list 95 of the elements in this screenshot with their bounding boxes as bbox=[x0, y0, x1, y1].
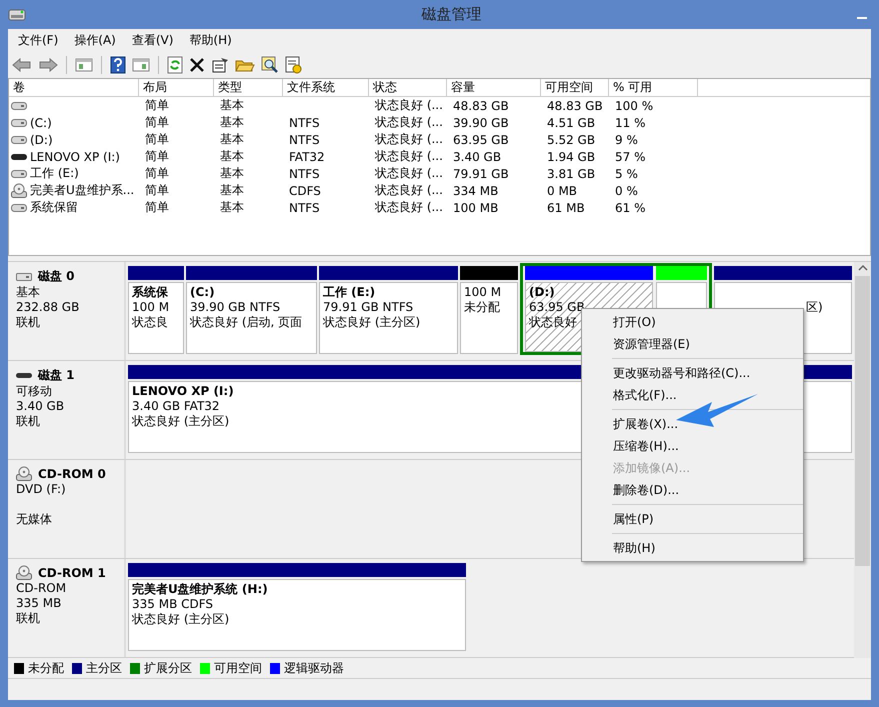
table-cell: NTFS bbox=[289, 132, 320, 146]
legend-label: 可用空间 bbox=[214, 660, 262, 676]
table-cell: 61 MB bbox=[547, 200, 585, 214]
table-cell: (C:) bbox=[30, 116, 52, 130]
partition-size: 100 M bbox=[132, 300, 170, 315]
table-cell: 9 % bbox=[615, 132, 638, 146]
table-cell: 61 % bbox=[615, 200, 646, 214]
partition-size: 335 MB CDFS bbox=[132, 597, 214, 612]
table-cell: 基本 bbox=[220, 131, 244, 148]
table-cell: 4.51 GB bbox=[547, 116, 596, 130]
table-cell: 3.40 GB bbox=[453, 150, 502, 164]
table-cell: 100 % bbox=[615, 98, 654, 112]
table-cell: 基本 bbox=[220, 97, 244, 114]
table-cell: 状态良好 (... bbox=[375, 182, 443, 199]
table-cell: 0 % bbox=[615, 184, 638, 198]
table-cell: 5.52 GB bbox=[547, 132, 596, 146]
table-cell: 工作 (E:) bbox=[30, 165, 79, 182]
table-cell: 39.90 GB bbox=[453, 116, 509, 130]
partition-size: 100 M bbox=[464, 285, 502, 300]
table-cell: 状态良好 (... bbox=[375, 114, 443, 131]
table-cell: 1.94 GB bbox=[547, 150, 596, 164]
disk-status: 无媒体 bbox=[16, 512, 53, 527]
disk-status: 联机 bbox=[16, 414, 41, 429]
disk-name: 磁盘 0 bbox=[38, 268, 75, 285]
table-cell: 简单 bbox=[145, 114, 169, 131]
partition-size: 39.90 GB NTFS bbox=[190, 300, 280, 315]
legend-label: 未分配 bbox=[28, 660, 64, 676]
table-cell: 基本 bbox=[220, 182, 244, 199]
table-cell: 79.91 GB bbox=[453, 166, 509, 180]
disk-type: 可移动 bbox=[16, 384, 53, 399]
partition-size: 3.40 GB FAT32 bbox=[132, 399, 220, 414]
table-cell: 334 MB bbox=[453, 184, 498, 198]
partition-status: 区) bbox=[805, 300, 823, 315]
table-cell: 简单 bbox=[145, 165, 169, 182]
partition-name: (C:) bbox=[190, 285, 215, 300]
table-cell: 基本 bbox=[220, 165, 244, 182]
table-cell: 基本 bbox=[220, 199, 244, 216]
table-cell: 状态良好 (... bbox=[375, 165, 443, 182]
table-cell: 状态良好 (... bbox=[375, 148, 443, 165]
table-cell: 系统保留 bbox=[30, 199, 78, 216]
partition-status: 状态良好 (主分区) bbox=[323, 315, 420, 330]
table-cell: 63.95 GB bbox=[453, 132, 509, 146]
table-cell: 基本 bbox=[220, 114, 244, 131]
table-cell: 完美者U盘维护系... bbox=[30, 182, 134, 199]
disk-size: 3.40 GB bbox=[16, 399, 66, 414]
table-cell: 简单 bbox=[145, 148, 169, 165]
partition-status: 状态良好 (主分区) bbox=[132, 612, 230, 627]
table-cell: NTFS bbox=[289, 166, 320, 180]
table-cell: (D:) bbox=[30, 132, 53, 146]
disk-size: 335 MB bbox=[16, 596, 62, 611]
table-cell: 简单 bbox=[145, 131, 169, 148]
partition-status: 状态良好 (启动, 页面 bbox=[190, 315, 302, 330]
legend-label: 扩展分区 bbox=[144, 660, 192, 676]
disk-status: 联机 bbox=[16, 611, 41, 626]
disk-name: CD-ROM 0 bbox=[38, 467, 106, 481]
table-cell: 11 % bbox=[615, 116, 646, 130]
table-cell: 0 MB bbox=[547, 184, 578, 198]
table-cell: 100 MB bbox=[453, 200, 498, 214]
table-cell: 48.83 GB bbox=[453, 98, 509, 112]
table-cell: 48.83 GB bbox=[547, 98, 603, 112]
table-cell: 57 % bbox=[615, 150, 646, 164]
window-title: 磁盘管理 bbox=[422, 5, 482, 24]
disk-name: CD-ROM 1 bbox=[38, 566, 106, 580]
table-cell: 简单 bbox=[145, 182, 169, 199]
partition-status: 未分配 bbox=[464, 300, 500, 315]
disk-type: 基本 bbox=[16, 285, 41, 300]
table-cell: NTFS bbox=[289, 200, 320, 214]
table-cell: 状态良好 (... bbox=[375, 199, 443, 216]
legend-label: 主分区 bbox=[86, 660, 122, 676]
partition-name: LENOVO XP (I:) bbox=[132, 384, 234, 399]
table-cell: CDFS bbox=[289, 184, 321, 198]
table-cell: 简单 bbox=[145, 199, 169, 216]
table-cell: 状态良好 (... bbox=[375, 131, 443, 148]
partition-name: 完美者U盘维护系统 (H:) bbox=[132, 582, 268, 597]
disk-type: DVD (F:) bbox=[16, 482, 67, 497]
partition-status: 状态良 bbox=[132, 315, 168, 330]
table-cell: 基本 bbox=[220, 148, 244, 165]
disk-type: CD-ROM bbox=[16, 581, 68, 596]
table-cell: FAT32 bbox=[289, 150, 325, 164]
table-cell: 简单 bbox=[145, 97, 169, 114]
legend-label: 逻辑驱动器 bbox=[284, 660, 344, 676]
partition-status: 状态良好 bbox=[529, 314, 577, 330]
partition-name: 系统保 bbox=[132, 285, 168, 300]
table-cell: NTFS bbox=[289, 116, 320, 130]
table-cell: 状态良好 (... bbox=[375, 97, 443, 114]
partition-size: 79.91 GB NTFS bbox=[323, 300, 414, 315]
partition-status: 状态良好 (主分区) bbox=[132, 414, 230, 429]
table-cell: 3.81 GB bbox=[547, 166, 596, 180]
table-cell: LENOVO XP (I:) bbox=[30, 150, 120, 164]
table-cell: 5 % bbox=[615, 166, 638, 180]
disk-name: 磁盘 1 bbox=[38, 367, 75, 384]
disk-size: 232.88 GB bbox=[16, 300, 80, 315]
partition-name: 工作 (E:) bbox=[323, 285, 376, 300]
disk-status: 联机 bbox=[16, 315, 41, 330]
partition-name: (D:) bbox=[529, 284, 555, 300]
